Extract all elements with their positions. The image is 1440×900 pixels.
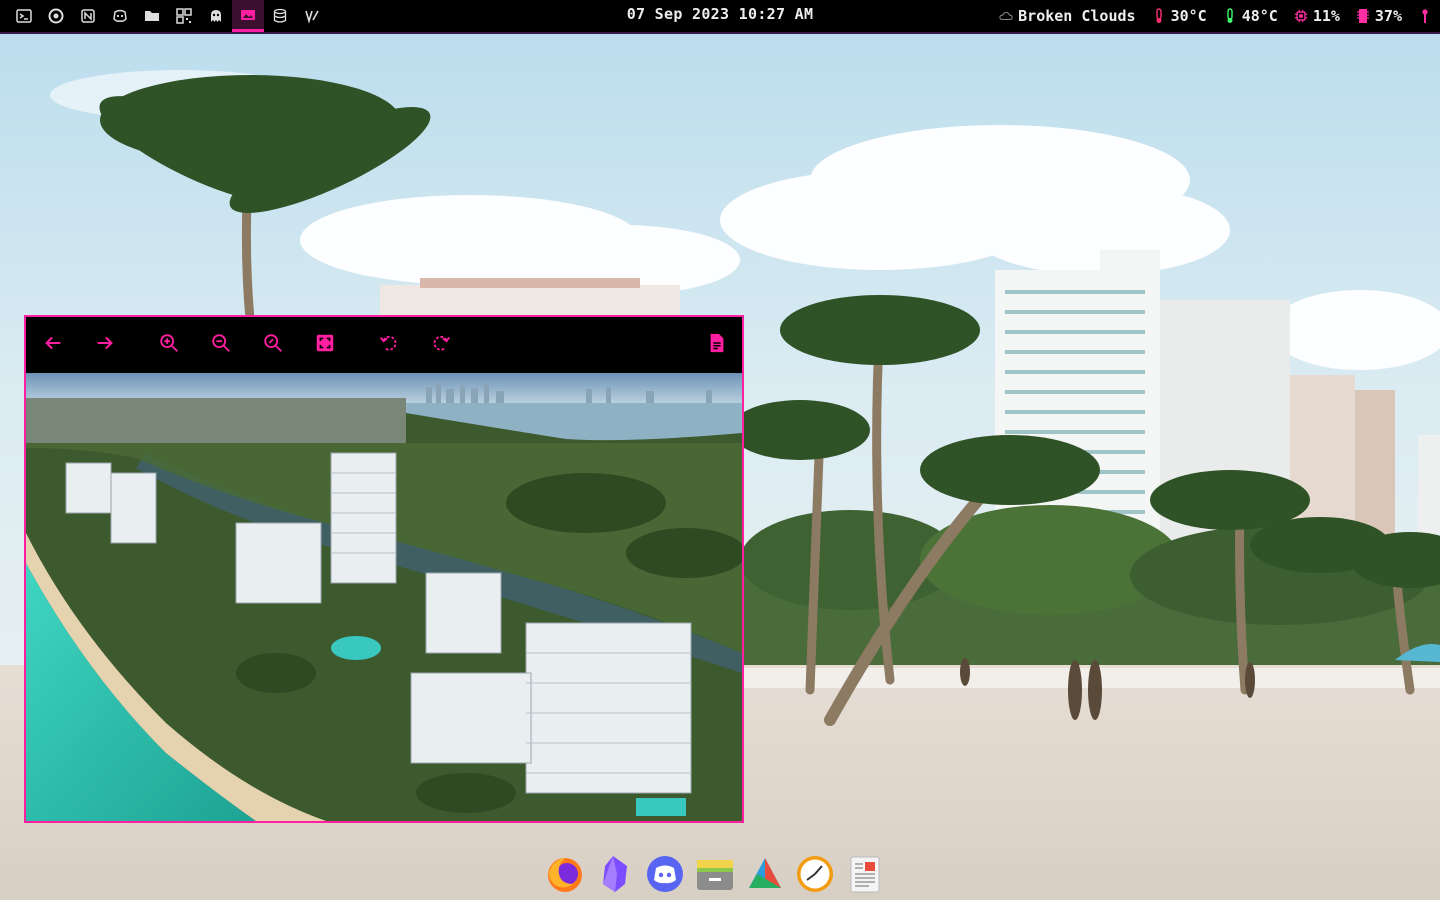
firefox-icon (548, 858, 582, 892)
rotate-cw-icon (433, 335, 450, 351)
rotate-right-button[interactable] (427, 329, 455, 357)
zoom-out-button[interactable] (207, 329, 235, 357)
dock-app-discord[interactable] (645, 850, 685, 898)
discord-icon (113, 9, 127, 22)
qr-code-icon (176, 8, 192, 24)
file-info-button[interactable] (703, 329, 731, 357)
status-area: Broken Clouds 30°C 48°C 11% 37% (999, 0, 1432, 32)
workspace-switcher (8, 0, 328, 32)
memory-text: 37% (1374, 7, 1402, 25)
obsidian-icon (603, 856, 627, 892)
workspace-image-viewer[interactable] (232, 0, 264, 32)
workspace-editor[interactable] (296, 0, 328, 32)
document-icon (850, 856, 880, 893)
arrow-right-icon (97, 336, 113, 350)
dock-app-firefox[interactable] (545, 850, 585, 898)
workspace-database[interactable] (264, 0, 296, 32)
cpu-usage-widget: 11% (1294, 2, 1340, 30)
workspace-firefox[interactable] (40, 0, 72, 32)
database-icon (273, 8, 287, 23)
drive-icon (749, 858, 781, 888)
power-button[interactable] (1418, 2, 1432, 30)
rotate-left-button[interactable] (375, 329, 403, 357)
image-viewer-window (24, 315, 744, 823)
workspace-files[interactable] (136, 0, 168, 32)
weather-widget: Broken Clouds (999, 2, 1136, 30)
file-icon (710, 333, 724, 353)
rotate-ccw-icon (380, 335, 397, 351)
top-panel: 07 Sep 2023 10:27 AM Broken Clouds 30°C … (0, 0, 1440, 34)
dock-app-archive-manager[interactable] (695, 850, 735, 898)
previous-button[interactable] (39, 329, 67, 357)
cpu-icon (1294, 9, 1307, 23)
weather-text: Broken Clouds (1018, 7, 1136, 25)
workspace-qr[interactable] (168, 0, 200, 32)
cpu-temp-text: 48°C (1241, 7, 1278, 25)
workspace-terminal[interactable] (8, 0, 40, 32)
dock (545, 850, 885, 898)
memory-widget: 37% (1356, 2, 1402, 30)
fullscreen-icon (316, 334, 334, 352)
discord-icon (647, 856, 683, 892)
next-button[interactable] (91, 329, 119, 357)
folder-icon (145, 11, 159, 21)
dock-app-document-viewer[interactable] (845, 850, 885, 898)
clock: 07 Sep 2023 10:27 AM (626, 5, 814, 23)
zoom-reset-button[interactable] (259, 329, 287, 357)
cloud-icon (999, 11, 1013, 21)
dock-app-obsidian[interactable] (595, 850, 635, 898)
cpu-temp-widget: 48°C (1223, 2, 1278, 30)
arrow-left-icon (45, 336, 61, 350)
workspace-ghost[interactable] (200, 0, 232, 32)
terminal-icon (16, 9, 32, 23)
workspace-discord[interactable] (104, 0, 136, 32)
zoom-out-icon (212, 334, 230, 352)
displayed-image (26, 373, 742, 821)
fit-window-button[interactable] (311, 329, 339, 357)
dock-app-clock[interactable] (795, 850, 835, 898)
thermometer-icon (1155, 8, 1162, 23)
firefox-icon (48, 8, 64, 24)
ghost-icon (211, 10, 221, 22)
temperature-text: 30°C (1170, 7, 1207, 25)
image-viewer-icon (241, 9, 255, 20)
archive-icon (697, 860, 733, 890)
editor-icon (305, 10, 319, 24)
power-icon (1422, 9, 1428, 23)
viewer-toolbar (26, 317, 742, 372)
cpu-usage-text: 11% (1312, 7, 1340, 25)
clock-icon (797, 856, 833, 892)
dock-app-drive[interactable] (745, 850, 785, 898)
thermometer-icon (1226, 8, 1233, 23)
zoom-in-button[interactable] (155, 329, 183, 357)
zoom-in-icon (160, 334, 178, 352)
workspace-notion[interactable] (72, 0, 104, 32)
temperature-widget: 30°C (1152, 2, 1207, 30)
memory-icon (1356, 9, 1369, 23)
notion-icon (81, 9, 95, 23)
zoom-fit-icon (264, 334, 282, 352)
